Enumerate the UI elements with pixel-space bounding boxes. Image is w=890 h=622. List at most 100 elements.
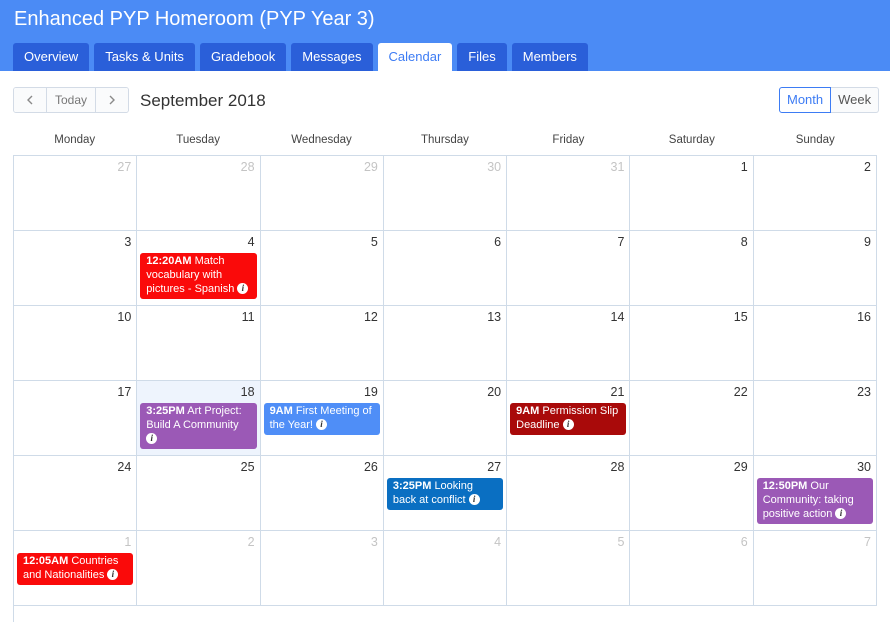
calendar-day-cell[interactable]: 29 <box>260 156 384 231</box>
calendar-day-cell[interactable]: 9 <box>753 231 877 306</box>
calendar-day-cell[interactable]: 25 <box>137 456 261 531</box>
calendar-day-cell[interactable]: 31 <box>507 156 631 231</box>
calendar-day-cell[interactable]: 15 <box>630 306 754 381</box>
day-number: 24 <box>117 460 132 474</box>
day-number: 9 <box>864 235 871 249</box>
calendar-day-cell[interactable]: 14 <box>507 306 631 381</box>
day-number: 3 <box>370 535 378 549</box>
chevron-right-icon <box>108 93 116 107</box>
calendar-event[interactable]: 9AM First Meeting of the Year! i <box>263 403 380 435</box>
weekday-header: Thursday <box>421 134 469 146</box>
calendar-day-cell[interactable]: 7 <box>507 231 631 306</box>
tab-members[interactable]: Members <box>511 43 588 71</box>
info-icon[interactable]: i <box>237 282 249 294</box>
calendar-event[interactable]: 3:25PM Looking back at conflict i <box>386 478 504 510</box>
day-number: 20 <box>487 385 502 399</box>
calendar-day-cell[interactable]: 7 <box>753 531 877 606</box>
day-number: 11 <box>241 310 255 324</box>
day-number: 28 <box>240 160 255 174</box>
tab-files[interactable]: Files <box>457 43 507 71</box>
calendar-event[interactable]: 3:25PM Art Project: Build A Community i <box>140 403 257 449</box>
info-icon[interactable]: i <box>468 493 480 505</box>
calendar-day-cell[interactable]: 8 <box>630 231 754 306</box>
day-number: 6 <box>740 535 748 549</box>
month-view-button[interactable]: Month <box>779 87 832 113</box>
calendar-day-cell[interactable]: 19 9AM First Meeting of the Year! i <box>260 381 384 456</box>
calendar-day-cell[interactable]: 23 <box>753 381 877 456</box>
page-title: Enhanced PYP Homeroom (PYP Year 3) <box>14 8 375 30</box>
calendar-day-cell[interactable]: 24 <box>14 456 138 531</box>
calendar-event[interactable]: 9AM Permission Slip Deadline i <box>510 403 627 435</box>
day-number: 7 <box>617 235 625 249</box>
day-number: 28 <box>610 460 625 474</box>
calendar-day-cell[interactable]: 21 9AM Permission Slip Deadline i <box>507 381 631 456</box>
tab-gradebook[interactable]: Gradebook <box>199 43 287 71</box>
calendar-day-cell[interactable]: 6 <box>630 531 754 606</box>
day-number: 31 <box>610 160 625 174</box>
calendar-day-cell[interactable]: 12 <box>260 306 384 381</box>
calendar-day-cell[interactable]: 3 <box>14 231 138 306</box>
calendar-event[interactable]: 12:20AM Match vocabulary with pictures -… <box>140 253 257 299</box>
calendar-day-cell[interactable]: 27 3:25PM Looking back at conflict i <box>383 456 508 531</box>
previous-month-button[interactable] <box>14 88 46 112</box>
next-month-button[interactable] <box>96 88 128 112</box>
tab-bar: Overview Tasks & Units Gradebook Message… <box>13 43 593 71</box>
calendar-day-cell[interactable]: 28 <box>137 156 261 231</box>
calendar-day-cell[interactable]: 28 <box>507 456 631 531</box>
calendar-day-cell[interactable]: 17 <box>14 381 138 456</box>
day-number: 30 <box>857 460 871 474</box>
calendar-day-cell[interactable]: 2 <box>753 156 877 231</box>
day-number: 25 <box>240 460 255 474</box>
day-number: 17 <box>117 385 132 399</box>
calendar-day-cell[interactable]: 5 <box>260 231 384 306</box>
info-icon[interactable]: i <box>835 507 847 519</box>
calendar-day-cell[interactable]: 29 <box>630 456 754 531</box>
tab-overview[interactable]: Overview <box>13 43 90 71</box>
calendar-day-cell[interactable]: 22 <box>630 381 754 456</box>
calendar-day-cell[interactable]: 2 <box>137 531 261 606</box>
event-time: 12:50PM <box>762 480 808 492</box>
day-number: 27 <box>117 160 132 174</box>
tab-messages[interactable]: Messages <box>291 43 373 71</box>
calendar-day-cell[interactable]: 4 <box>383 531 508 606</box>
calendar-day-cell[interactable]: 16 <box>753 306 877 381</box>
week-row: 27 28 29 30 31 1 2 <box>14 156 877 231</box>
event-time: 3:25PM <box>392 480 432 492</box>
info-icon[interactable]: i <box>562 418 574 430</box>
day-number: 5 <box>370 235 378 249</box>
calendar-day-cell[interactable]: 3 <box>260 531 384 606</box>
info-icon[interactable]: i <box>316 418 328 430</box>
today-button[interactable]: Today <box>46 88 96 112</box>
calendar-event[interactable]: 12:05AM Countries and Nationalities i <box>17 553 134 585</box>
week-view-button[interactable]: Week <box>831 87 880 113</box>
app-header: Enhanced PYP Homeroom (PYP Year 3) Overv… <box>0 0 890 71</box>
calendar-day-cell[interactable]: 6 <box>383 231 508 306</box>
calendar-day-cell[interactable]: 4 12:20AM Match vocabulary with pictures … <box>137 231 261 306</box>
day-number: 10 <box>117 310 132 324</box>
day-number: 12 <box>363 310 378 324</box>
weekday-header: Saturday <box>668 134 715 146</box>
calendar-day-cell[interactable]: 30 12:50PM Our Community: taking positive… <box>753 456 877 531</box>
calendar-day-cell[interactable]: 10 <box>14 306 138 381</box>
calendar-day-cell[interactable]: 27 <box>14 156 138 231</box>
calendar-day-cell[interactable]: 26 <box>260 456 384 531</box>
calendar-day-cell[interactable]: 13 <box>383 306 508 381</box>
info-icon[interactable]: i <box>107 568 119 580</box>
day-number: 29 <box>363 160 378 174</box>
tab-tasks-units[interactable]: Tasks & Units <box>94 43 195 71</box>
calendar-day-cell[interactable]: 20 <box>383 381 508 456</box>
day-number: 2 <box>247 535 255 549</box>
calendar-day-cell[interactable]: 5 <box>507 531 631 606</box>
calendar-day-cell-today[interactable]: 18 3:25PM Art Project: Build A Community … <box>137 381 261 456</box>
day-number: 1 <box>740 160 748 174</box>
calendar-day-cell[interactable]: 11 <box>137 306 261 381</box>
day-number: 13 <box>487 310 502 324</box>
week-row: 24 25 26 27 3:25PM Looking back at conflict … <box>14 456 877 531</box>
info-icon[interactable]: i <box>146 432 158 444</box>
calendar-toolbar: Today September 2018 Month Week <box>0 71 890 131</box>
tab-calendar[interactable]: Calendar <box>377 43 453 71</box>
calendar-day-cell[interactable]: 1 12:05AM Countries and Nationalities i <box>14 531 138 606</box>
calendar-day-cell[interactable]: 30 <box>383 156 508 231</box>
calendar-event[interactable]: 12:50PM Our Community: taking positive a… <box>756 478 873 524</box>
calendar-day-cell[interactable]: 1 <box>630 156 754 231</box>
